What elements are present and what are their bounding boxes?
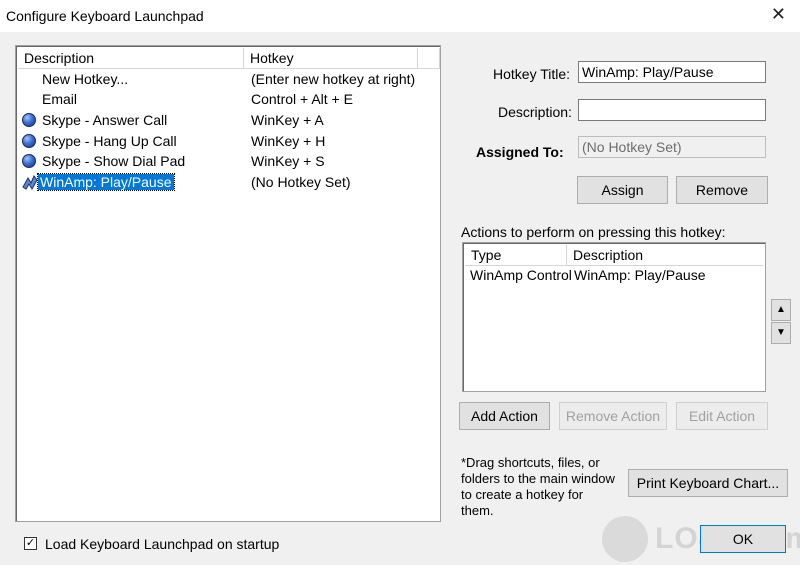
action-row[interactable]: WinAmp Control WinAmp: Play/Pause [465,265,763,285]
list-item-selected[interactable]: WinAmp: Play/Pause (No Hotkey Set) [18,172,438,192]
list-item[interactable]: Skype - Show Dial Pad WinKey + S [18,151,438,171]
remove-button[interactable]: Remove [676,176,768,204]
assign-button[interactable]: Assign [577,176,668,204]
list-item-description: Skype - Hang Up Call [42,133,177,149]
column-header-type[interactable]: Type [465,245,567,265]
print-keyboard-chart-button[interactable]: Print Keyboard Chart... [628,469,788,497]
assigned-to-field[interactable]: (No Hotkey Set) [578,136,766,158]
globe-icon [22,112,38,128]
list-item-hotkey: (Enter new hotkey at right) [251,71,416,87]
action-description: WinAmp: Play/Pause [574,267,706,283]
startup-checkbox[interactable]: ✓ [24,537,37,550]
check-icon: ✓ [25,537,36,549]
move-down-button[interactable]: ▼ [771,322,791,344]
list-item-description: Email [42,91,78,107]
list-item[interactable]: Skype - Answer Call WinKey + A [18,110,438,130]
list-item-description: Skype - Show Dial Pad [42,153,186,169]
arrow-up-icon: ▲ [776,304,786,315]
drag-hint: *Drag shortcuts, files, or folders to th… [461,455,615,519]
remove-action-button[interactable]: Remove Action [559,402,667,430]
actions-list-header: Type Description [465,245,763,266]
edit-action-button[interactable]: Edit Action [676,402,768,430]
drag-hint-line: *Drag shortcuts, files, or [461,455,600,470]
list-item-description: New Hotkey... [42,71,129,87]
list-item[interactable]: New Hotkey... (Enter new hotkey at right… [18,69,438,89]
startup-checkbox-label[interactable]: Load Keyboard Launchpad on startup [45,536,279,552]
add-action-button[interactable]: Add Action [459,402,550,430]
window-title: Configure Keyboard Launchpad [6,8,204,24]
move-up-button[interactable]: ▲ [771,299,791,321]
description-label: Description: [498,104,572,120]
action-type: WinAmp Control [470,267,572,283]
winamp-icon [22,174,38,190]
actions-caption: Actions to perform on pressing this hotk… [461,224,726,240]
hotkey-list[interactable]: Description Hotkey New Hotkey... (Enter … [15,45,441,522]
hotkey-title-label: Hotkey Title: [493,66,571,82]
arrow-down-icon: ▼ [776,327,786,338]
column-header-action-description[interactable]: Description [567,245,763,265]
watermark-logo-icon [602,516,648,562]
drag-hint-line: folders to the main window [461,471,615,486]
close-icon[interactable]: ✕ [771,4,786,25]
list-item-hotkey: Control + Alt + E [251,91,353,107]
globe-icon [22,133,38,149]
list-item-hotkey: WinKey + S [251,153,325,169]
list-item-hotkey: WinKey + A [251,112,324,128]
column-header-description[interactable]: Description [18,48,244,68]
column-header-filler [418,48,440,68]
globe-icon [22,153,38,169]
ok-button[interactable]: OK [700,525,786,553]
hotkey-title-input[interactable]: WinAmp: Play/Pause [578,61,766,83]
list-item[interactable]: Email Control + Alt + E [18,89,438,109]
list-item-description: Skype - Answer Call [42,112,168,128]
hotkey-list-header: Description Hotkey [18,48,440,69]
list-item-hotkey: (No Hotkey Set) [251,174,351,190]
assigned-to-label: Assigned To: [476,144,564,160]
description-input[interactable] [578,99,766,121]
title-bar: Configure Keyboard Launchpad ✕ [0,0,800,32]
column-header-hotkey[interactable]: Hotkey [244,48,418,68]
drag-hint-line: to create a hotkey for [461,487,584,502]
list-item-description: WinAmp: Play/Pause [37,173,175,191]
list-item[interactable]: Skype - Hang Up Call WinKey + H [18,131,438,151]
drag-hint-line: them. [461,503,494,518]
list-item-hotkey: WinKey + H [251,133,326,149]
actions-list[interactable]: Type Description WinAmp Control WinAmp: … [462,242,766,392]
